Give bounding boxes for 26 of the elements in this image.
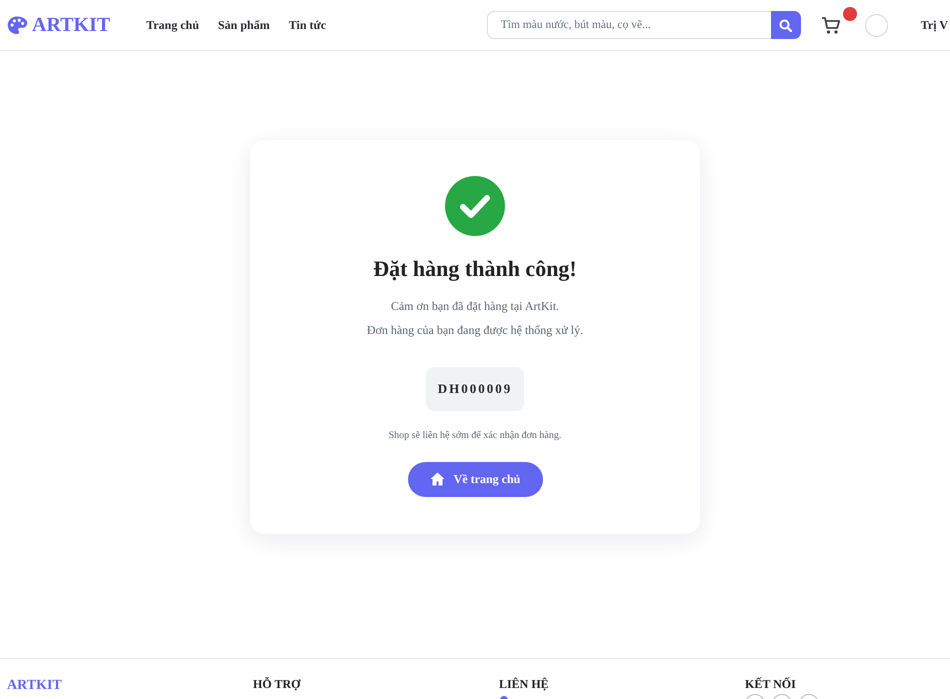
nav-link[interactable]: Tin tức — [288, 16, 326, 34]
footer-brand: ARTKIT — [7, 678, 62, 694]
success-title: Đặt hàng thành công! — [372, 256, 578, 282]
avatar-button[interactable] — [864, 14, 888, 36]
note-text: Shop sẽ liên hệ sớm để xác nhận đơn hàng. — [388, 428, 562, 443]
palette-logo-icon — [7, 16, 28, 34]
search-field[interactable]: Tìm màu nước, bút màu, cọ vẽ... — [486, 11, 771, 39]
home-icon — [430, 472, 445, 486]
cart-icon — [820, 16, 841, 34]
search-button[interactable] — [770, 11, 801, 39]
notification-dot-icon — [842, 7, 857, 21]
cart-button[interactable] — [820, 15, 841, 35]
footer-heading: KẾT NỐI — [745, 676, 796, 691]
order-code: DH000009 — [426, 367, 524, 411]
home-button[interactable]: Về trang chủ — [408, 462, 542, 497]
avatar-icon — [864, 14, 888, 36]
nav-link[interactable]: Sản phẩm — [218, 16, 270, 34]
message-text: Cảm ơn bạn đã đặt hàng tại ArtKit. — [390, 298, 560, 316]
success-check-icon — [445, 176, 505, 236]
user-name[interactable]: Trị V — [920, 16, 948, 34]
message-text: Đơn hàng của bạn đang được hệ thống xử lý. — [366, 322, 584, 340]
search-icon — [779, 18, 792, 32]
nav-link[interactable]: Trang chủ — [146, 16, 199, 34]
footer-heading: HỖ TRỢ — [253, 676, 300, 691]
logo-text[interactable]: ARTKIT — [32, 15, 110, 35]
footer-heading: LIÊN HỆ — [499, 676, 549, 691]
